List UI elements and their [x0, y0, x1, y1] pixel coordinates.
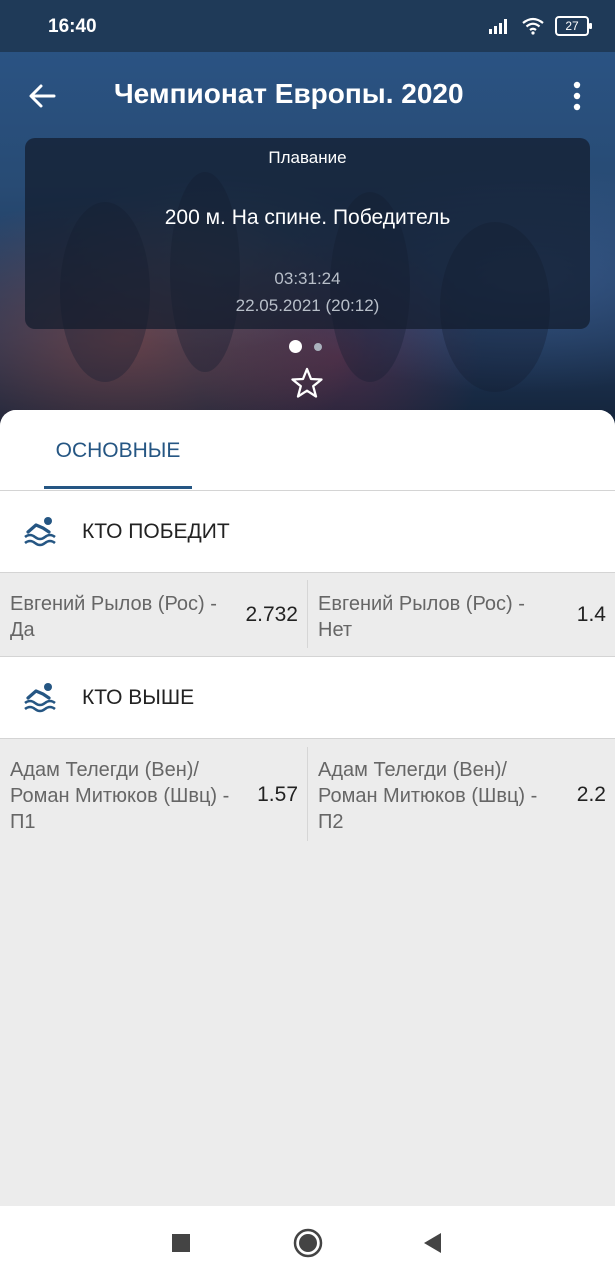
event-info-card: Плавание 200 м. На спине. Победитель 03:… — [25, 138, 590, 329]
market-header-higher[interactable]: КТО ВЫШЕ — [0, 657, 615, 739]
event-timer: 03:31:24 — [274, 269, 341, 288]
battery-icon: 27 — [555, 16, 592, 36]
outcome-label: Евгений Рылов (Рос) - Нет — [318, 593, 525, 641]
outcome-label: Адам Телегди (Вен)/ Роман Митюков (Швц) … — [10, 759, 230, 833]
status-time: 16:40 — [48, 16, 97, 37]
signal-icon — [489, 19, 507, 34]
odds-value: 1.57 — [257, 783, 298, 806]
tab-bar: ОСНОВНЫЕ — [0, 410, 615, 491]
outcome-label: Евгений Рылов (Рос) - Да — [10, 593, 217, 641]
market-title: КТО ВЫШЕ — [82, 686, 195, 709]
market-header-winner[interactable]: КТО ПОБЕДИТ — [0, 491, 615, 573]
market-title: КТО ПОБЕДИТ — [82, 520, 230, 543]
odds-row: Евгений Рылов (Рос) - Да 2.732 Евгений Р… — [0, 572, 615, 657]
system-nav-bar — [0, 1206, 615, 1280]
pager-indicator[interactable] — [289, 340, 322, 353]
outcome-cell[interactable]: Адам Телегди (Вен)/ Роман Митюков (Швц) … — [307, 747, 615, 841]
status-bar: 16:40 27 — [0, 0, 615, 52]
tab-main[interactable]: ОСНОВНЫЕ — [44, 410, 192, 490]
star-icon[interactable] — [290, 366, 324, 400]
back-arrow-icon[interactable] — [24, 78, 60, 114]
sport-name: Плавание — [268, 148, 347, 167]
outcome-cell[interactable]: Евгений Рылов (Рос) - Нет 1.4 — [307, 580, 615, 648]
outcome-cell[interactable]: Адам Телегди (Вен)/ Роман Митюков (Швц) … — [0, 747, 307, 841]
event-date: 22.05.2021 (20:12) — [235, 296, 380, 315]
more-vert-icon[interactable] — [563, 78, 591, 114]
odds-value: 2.2 — [576, 783, 606, 806]
pager-dot-active[interactable] — [289, 340, 302, 353]
back-triangle-icon[interactable] — [420, 1230, 446, 1256]
pager-dot[interactable] — [314, 342, 322, 351]
home-circle-icon[interactable] — [292, 1227, 324, 1259]
wifi-icon — [522, 17, 544, 35]
event-name: 200 м. На спине. Победитель — [164, 206, 451, 229]
swimmer-icon — [24, 517, 56, 547]
markets-panel: ОСНОВНЫЕ КТО ПОБЕДИТ Евгений Рылов (Рос)… — [0, 410, 615, 1206]
event-hero: Чемпионат Европы. 2020 Плавание 200 м. Н… — [0, 52, 615, 432]
swimmer-icon — [24, 683, 56, 713]
app-bar: Чемпионат Европы. 2020 — [0, 52, 615, 138]
odds-value: 2.732 — [245, 603, 298, 626]
tab-active-indicator — [44, 486, 192, 489]
outcome-cell[interactable]: Евгений Рылов (Рос) - Да 2.732 — [0, 580, 307, 648]
recents-square-icon[interactable] — [168, 1230, 194, 1256]
odds-row: Адам Телегди (Вен)/ Роман Митюков (Швц) … — [0, 739, 615, 849]
outcome-label: Адам Телегди (Вен)/ Роман Митюков (Швц) … — [318, 759, 538, 833]
page-title: Чемпионат Европы. 2020 — [114, 78, 464, 109]
odds-value: 1.4 — [576, 603, 606, 626]
